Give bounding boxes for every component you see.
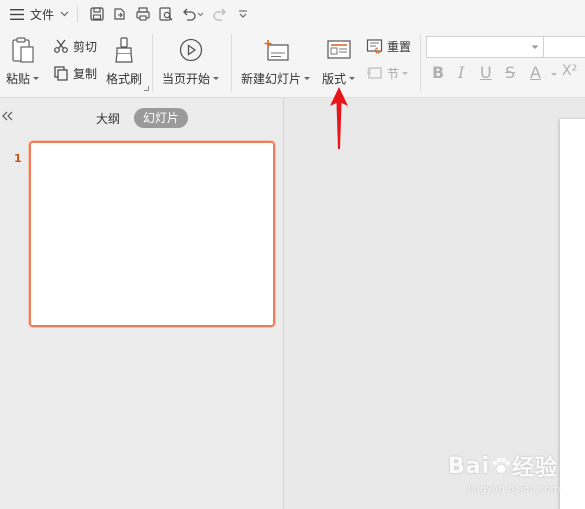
redo-icon[interactable] — [209, 3, 231, 25]
format-painter-label: 格式刷 — [106, 72, 143, 86]
divider — [152, 34, 153, 92]
clipboard-icon — [9, 36, 37, 64]
save-icon[interactable] — [86, 3, 108, 25]
section-icon — [366, 64, 384, 82]
reset-label: 重置 — [387, 39, 412, 54]
play-from-current-label: 当页开始 — [162, 72, 211, 86]
watermark: Bai 经验 jingyan.baidu.com — [448, 450, 560, 496]
new-slide-icon — [262, 36, 290, 64]
new-slide-button[interactable]: 新建幻灯片 — [241, 36, 311, 87]
print-preview-icon[interactable] — [155, 3, 177, 25]
reset-button[interactable]: 重置 — [366, 37, 411, 55]
dropdown-caret-icon — [402, 71, 409, 75]
paintbrush-icon — [110, 36, 138, 64]
slides-pane: 大纲 幻灯片 1 — [0, 98, 284, 509]
underline-button[interactable]: U — [480, 63, 492, 82]
chevron-down-icon[interactable] — [527, 37, 543, 57]
editing-workspace — [285, 98, 585, 509]
copy-label: 复制 — [73, 66, 98, 81]
dropdown-caret-icon — [213, 77, 220, 80]
export-icon[interactable] — [109, 3, 131, 25]
font-color-button[interactable]: A — [530, 63, 541, 82]
file-menu[interactable]: 文件 — [0, 0, 69, 28]
paste-button[interactable]: 粘贴 — [6, 36, 40, 87]
hamburger-icon — [10, 8, 24, 20]
slide-number: 1 — [14, 152, 22, 165]
new-slide-label: 新建幻灯片 — [241, 72, 302, 86]
divider — [77, 6, 79, 22]
play-from-current-button[interactable]: 当页开始 — [162, 36, 220, 87]
dropdown-caret-icon — [33, 77, 40, 80]
undo-icon[interactable] — [178, 3, 208, 25]
layout-button[interactable]: 版式 — [322, 36, 356, 87]
watermark-brand-right: 经验 — [512, 456, 559, 481]
chevron-down-icon — [60, 11, 69, 17]
scissors-icon — [52, 37, 70, 55]
superscript-button[interactable]: X² — [562, 63, 577, 79]
arrow-up-icon — [330, 87, 348, 149]
section-button[interactable]: 节 — [366, 64, 409, 82]
tab-outline[interactable]: 大纲 — [96, 110, 120, 127]
copy-button[interactable]: 复制 — [52, 64, 97, 82]
ribbon-toolbar: 粘贴 剪切 复制 格式刷 当页开始 新建幻灯片 版式 重置 节 B I U S … — [0, 28, 585, 98]
print-icon[interactable] — [132, 3, 154, 25]
reset-icon — [366, 37, 384, 55]
dialog-launcher-icon[interactable] — [144, 86, 149, 91]
layout-icon — [325, 36, 353, 64]
italic-button[interactable]: I — [458, 63, 464, 82]
play-icon — [177, 36, 205, 64]
strikethrough-button[interactable]: S — [505, 63, 515, 82]
quick-access-bar: 文件 — [0, 0, 585, 28]
divider — [420, 34, 421, 92]
dropdown-caret-icon — [349, 77, 356, 80]
dropdown-caret-icon[interactable] — [551, 73, 557, 76]
cut-label: 剪切 — [73, 39, 98, 54]
divider — [231, 34, 232, 92]
layout-label: 版式 — [322, 72, 347, 86]
bold-button[interactable]: B — [432, 63, 444, 82]
section-label: 节 — [387, 66, 400, 81]
dropdown-caret-icon — [304, 77, 311, 80]
copy-icon — [52, 64, 70, 82]
file-menu-label: 文件 — [30, 7, 55, 22]
collapse-pane-icon[interactable] — [2, 110, 14, 124]
paste-label: 粘贴 — [6, 72, 31, 86]
paw-logo-icon — [493, 458, 510, 474]
slide-thumbnail[interactable] — [29, 141, 275, 327]
slide-canvas[interactable] — [560, 119, 585, 509]
font-name-select[interactable] — [426, 36, 544, 58]
customize-toolbar-icon[interactable] — [232, 3, 254, 25]
watermark-url: jingyan.baidu.com — [468, 484, 561, 495]
watermark-brand-left: Bai — [448, 453, 491, 479]
cut-button[interactable]: 剪切 — [52, 37, 97, 55]
format-painter-button[interactable]: 格式刷 — [106, 36, 142, 87]
tab-slides[interactable]: 幻灯片 — [134, 108, 189, 128]
font-size-select[interactable] — [544, 36, 585, 58]
